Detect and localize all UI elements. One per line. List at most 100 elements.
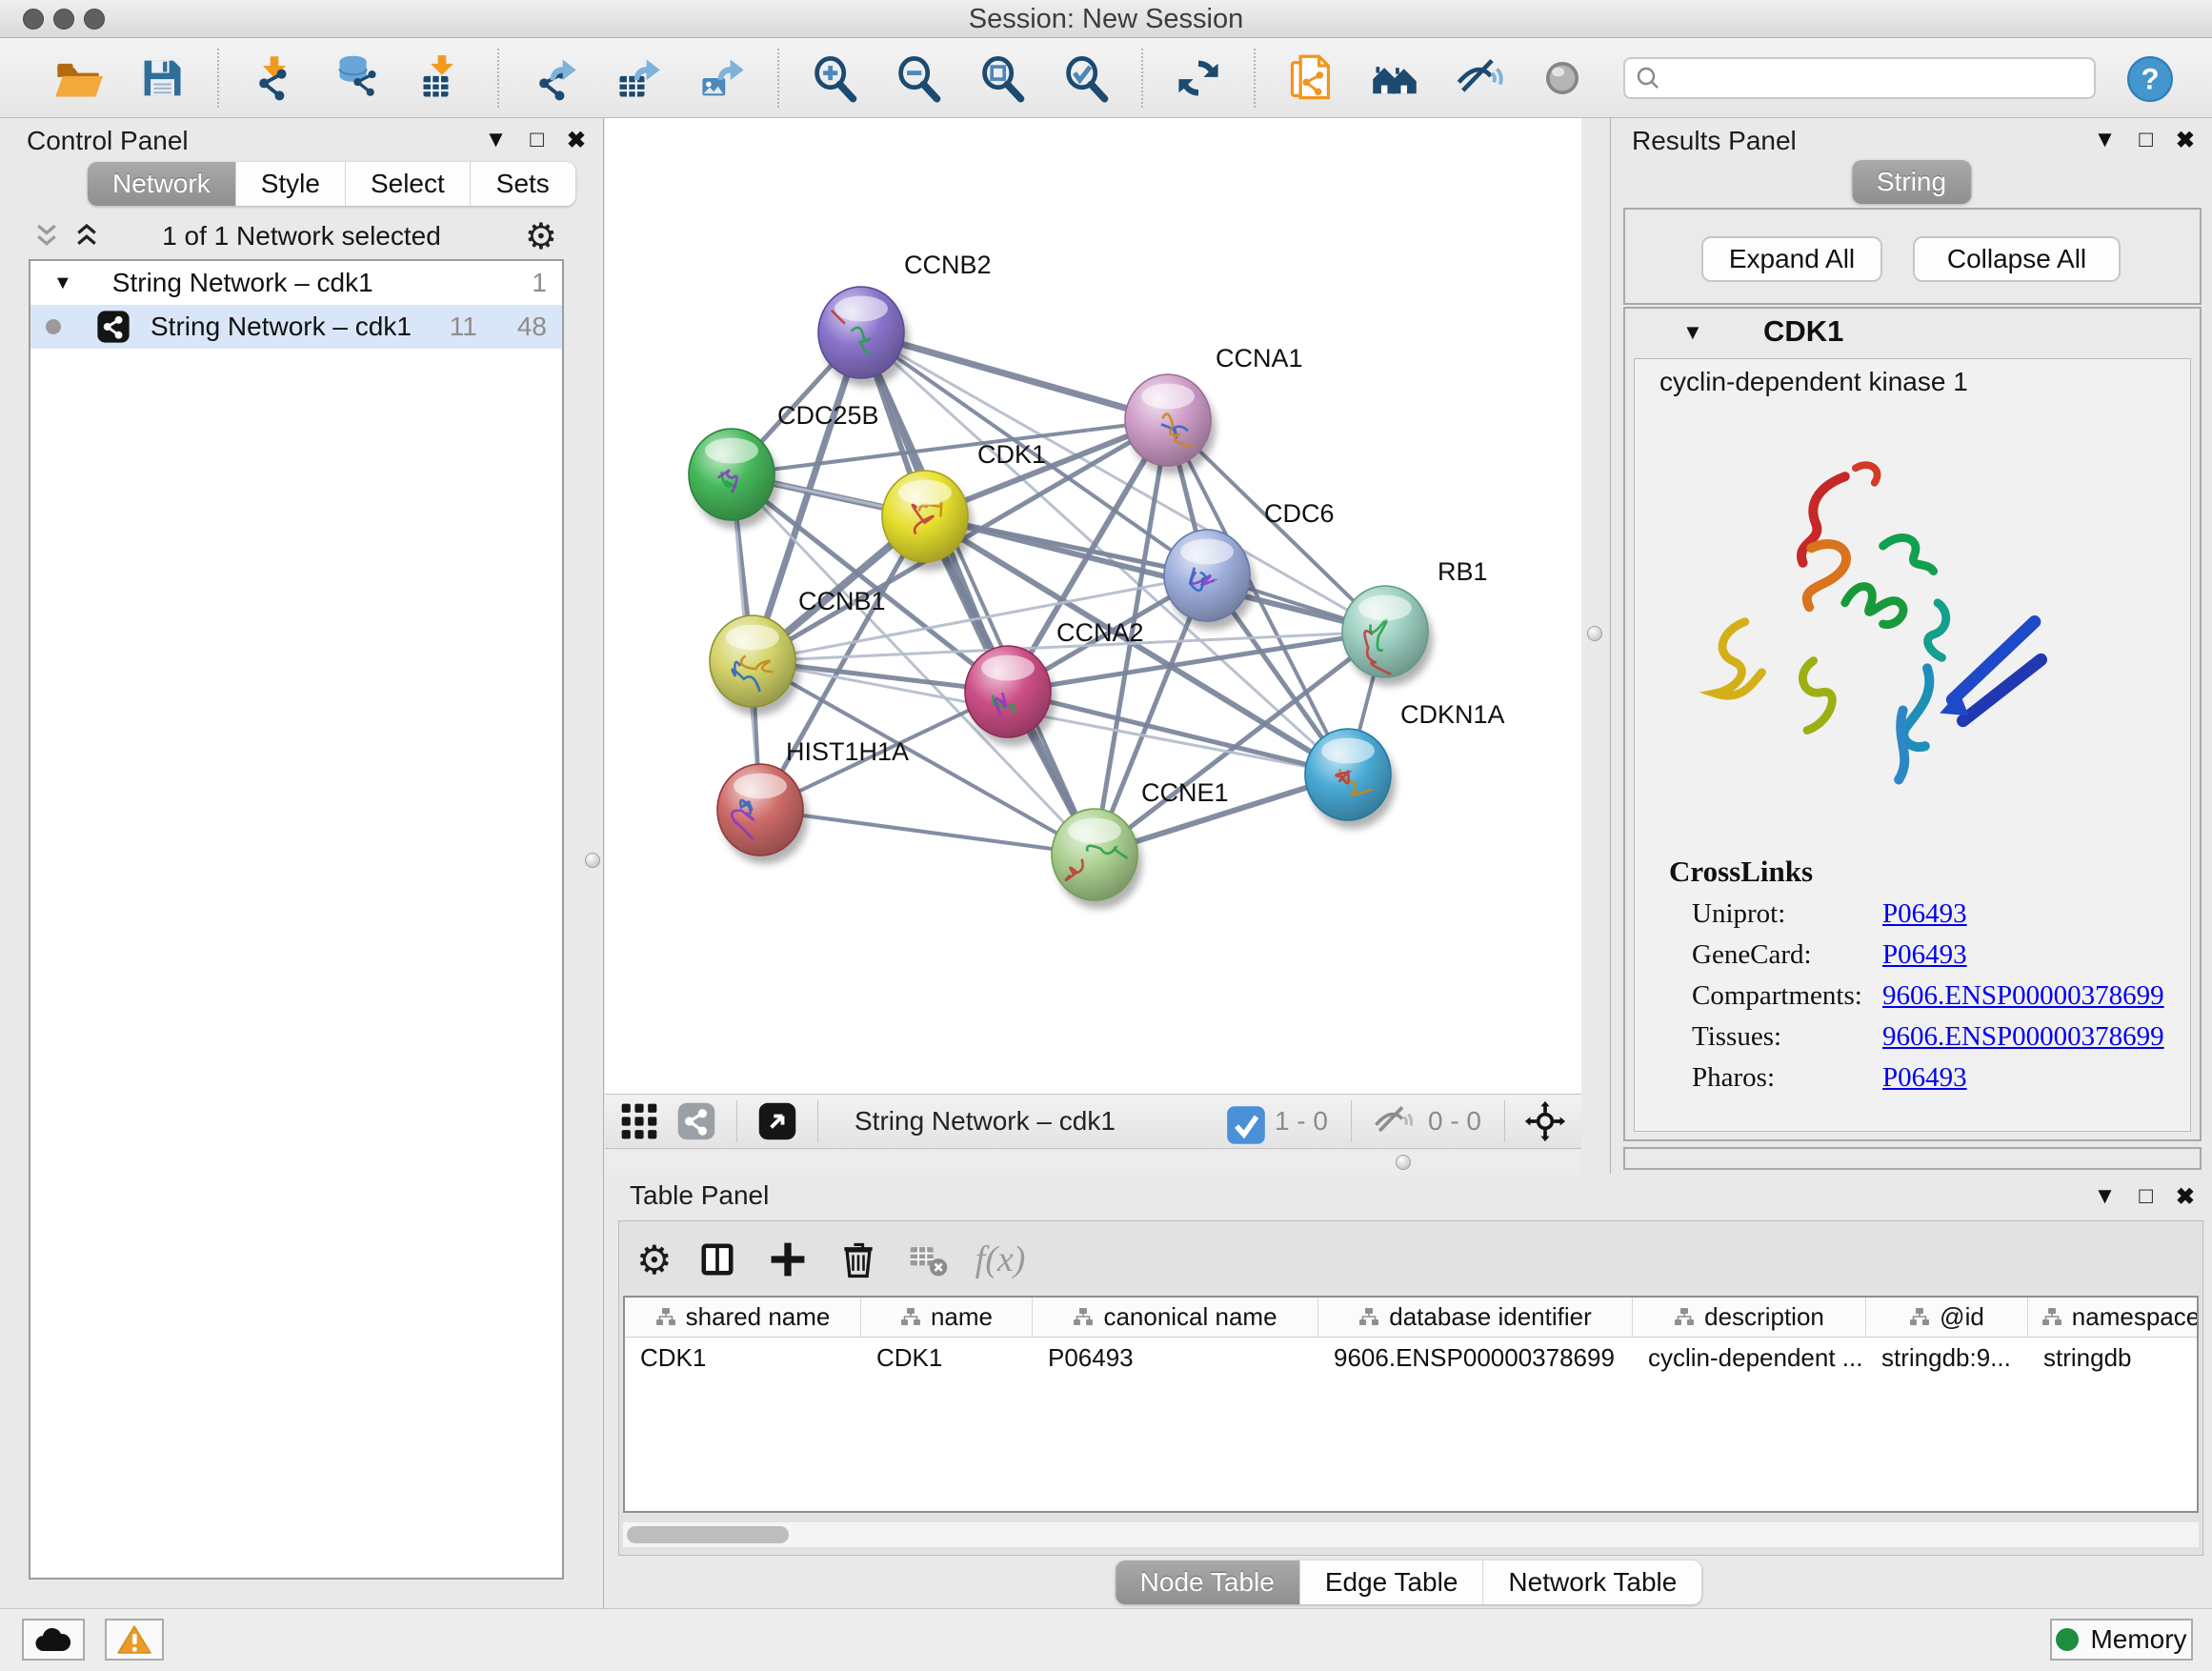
network-node-CDKN1A[interactable]: CDKN1A (1305, 700, 1505, 829)
tab-select[interactable]: Select (346, 162, 471, 206)
hidden-eye-icon[interactable] (1371, 1100, 1413, 1142)
tab-edge-table[interactable]: Edge Table (1300, 1560, 1484, 1604)
export-table-icon[interactable] (613, 52, 664, 104)
tree-expand-caret-icon[interactable]: ▼ (53, 272, 72, 294)
column-header-name[interactable]: name (861, 1298, 1033, 1337)
zoom-in-icon[interactable] (809, 52, 860, 104)
delete-icon[interactable] (835, 1236, 882, 1283)
crosslink-label: Uniprot: (1692, 898, 1882, 930)
network-node-RB1[interactable]: RB1 (1342, 557, 1488, 686)
column-header-description[interactable]: description (1633, 1298, 1866, 1337)
network-canvas[interactable]: CCNB2CCNA1CDC25BCDK1CDC6RB1CCNB1CCNA2CDK… (605, 118, 1581, 1094)
search-input[interactable] (1661, 61, 2084, 95)
function-icon[interactable]: f(x) (975, 1238, 1026, 1280)
network-options-gear-icon[interactable]: ⚙ (525, 215, 557, 258)
pan-tool-icon[interactable] (1524, 1100, 1566, 1142)
column-header-namespace[interactable]: namespace (2028, 1298, 2199, 1337)
gene-header[interactable]: ▼ CDK1 (1625, 309, 2200, 356)
crosslink-link[interactable]: 9606.ENSP00000378699 (1882, 980, 2164, 1012)
right-splitter-handle[interactable] (1587, 626, 1602, 641)
collection-count: 1 (532, 268, 547, 298)
tab-style[interactable]: Style (236, 162, 346, 206)
crosslink-link[interactable]: P06493 (1882, 1062, 1967, 1094)
import-table-icon[interactable] (416, 52, 468, 104)
table-collapse-icon[interactable]: ▼ (2094, 1183, 2117, 1210)
panel-collapse-icon[interactable]: ▼ (485, 127, 508, 153)
network-node-CCNE1[interactable]: CCNE1 (1052, 778, 1229, 909)
search-box[interactable] (1623, 57, 2096, 99)
open-session-icon[interactable] (52, 52, 104, 104)
import-database-icon[interactable] (332, 52, 384, 104)
crosslink-row: GeneCard:P06493 (1692, 939, 2190, 971)
bottom-splitter-handle[interactable] (1396, 1155, 1411, 1170)
network-node-CCNB2[interactable]: CCNB2 (818, 251, 992, 387)
network-collection-row[interactable]: ▼ String Network – cdk1 1 (30, 261, 562, 305)
network-node-CCNA1[interactable]: CCNA1 (1125, 344, 1303, 474)
svg-text:CCNA2: CCNA2 (1056, 618, 1144, 647)
share-view-icon[interactable] (675, 1100, 717, 1142)
results-collapse-icon[interactable]: ▼ (2094, 127, 2117, 153)
configure-icon[interactable]: ⚙ (636, 1237, 673, 1283)
export-network-icon[interactable] (529, 52, 580, 104)
column-header-canonical-name[interactable]: canonical name (1033, 1298, 1318, 1337)
import-network-icon[interactable] (249, 52, 300, 104)
toolbar-separator (497, 49, 499, 108)
selected-checkbox-icon[interactable] (1225, 1104, 1259, 1138)
memory-button[interactable]: Memory (2050, 1619, 2193, 1661)
tab-network[interactable]: Network (88, 162, 236, 206)
crosslink-link[interactable]: 9606.ENSP00000378699 (1882, 1021, 2164, 1053)
network-row[interactable]: String Network – cdk1 11 48 (30, 305, 562, 349)
help-button[interactable]: ? (2126, 55, 2174, 103)
cloud-button[interactable] (22, 1619, 85, 1661)
tab-sets[interactable]: Sets (471, 162, 575, 206)
zoom-fit-icon[interactable] (976, 52, 1028, 104)
column-header-database-identifier[interactable]: database identifier (1318, 1298, 1633, 1337)
table-float-icon[interactable]: □ (2139, 1183, 2153, 1210)
network-node-CDC25B[interactable]: CDC25B (689, 401, 879, 529)
collapse-all-button[interactable]: Collapse All (1913, 236, 2121, 282)
scrollbar-thumb[interactable] (627, 1526, 789, 1543)
tab-string[interactable]: String (1852, 160, 1971, 204)
zoom-out-icon[interactable] (893, 52, 944, 104)
delete-table-icon[interactable] (905, 1236, 953, 1283)
zoom-selected-icon[interactable] (1060, 52, 1112, 104)
crosslink-link[interactable]: P06493 (1882, 898, 1967, 930)
columns-icon[interactable] (694, 1236, 741, 1283)
tab-node-table[interactable]: Node Table (1116, 1560, 1300, 1604)
collapsed-section-stub[interactable] (1623, 1147, 2202, 1170)
node-table[interactable]: shared namenamecanonical namedatabase id… (623, 1296, 2199, 1513)
string-import-icon[interactable] (1285, 52, 1337, 104)
crosslink-link[interactable]: P06493 (1882, 939, 1967, 971)
refresh-network-icon[interactable] (1173, 52, 1224, 104)
hide-selected-icon[interactable] (1453, 52, 1504, 104)
horizontal-splitter[interactable] (605, 1150, 1581, 1175)
export-image-icon[interactable] (696, 52, 748, 104)
add-icon[interactable] (764, 1236, 812, 1283)
svg-text:CDKN1A: CDKN1A (1400, 700, 1505, 729)
network-node-HIST1H1A[interactable]: HIST1H1A (717, 737, 909, 864)
tab-network-table[interactable]: Network Table (1483, 1560, 1701, 1604)
panel-close-icon[interactable]: ✖ (567, 127, 586, 154)
panel-float-icon[interactable]: □ (530, 127, 544, 153)
gene-collapse-caret-icon[interactable]: ▼ (1682, 320, 1703, 345)
results-close-icon[interactable]: ✖ (2176, 127, 2195, 154)
home-icon[interactable] (1369, 52, 1420, 104)
show-graphics-icon[interactable] (1537, 52, 1588, 104)
save-session-icon[interactable] (136, 52, 188, 104)
gene-description: cyclin-dependent kinase 1 (1659, 367, 1968, 397)
network-node-CCNB1[interactable]: CCNB1 (710, 587, 886, 715)
control-panel: Control Panel ▼ □ ✖ NetworkStyleSelectSe… (0, 118, 604, 1608)
svg-text:CCNE1: CCNE1 (1141, 778, 1229, 807)
results-float-icon[interactable]: □ (2139, 127, 2153, 153)
column-header-@id[interactable]: @id (1866, 1298, 2028, 1337)
expand-all-button[interactable]: Expand All (1701, 236, 1882, 282)
column-header-shared-name[interactable]: shared name (625, 1298, 861, 1337)
left-splitter-handle[interactable] (585, 853, 600, 868)
grid-view-icon[interactable] (618, 1100, 660, 1142)
table-row[interactable]: CDK1CDK1P064939606.ENSP00000378699cyclin… (625, 1338, 2197, 1378)
birdseye-view-icon[interactable] (756, 1100, 798, 1142)
table-horizontal-scrollbar[interactable] (623, 1522, 2199, 1547)
gene-panel: ▼ CDK1 cyclin-dependent kinase 1 (1623, 307, 2202, 1141)
warnings-button[interactable] (105, 1619, 164, 1661)
table-close-icon[interactable]: ✖ (2176, 1183, 2195, 1211)
